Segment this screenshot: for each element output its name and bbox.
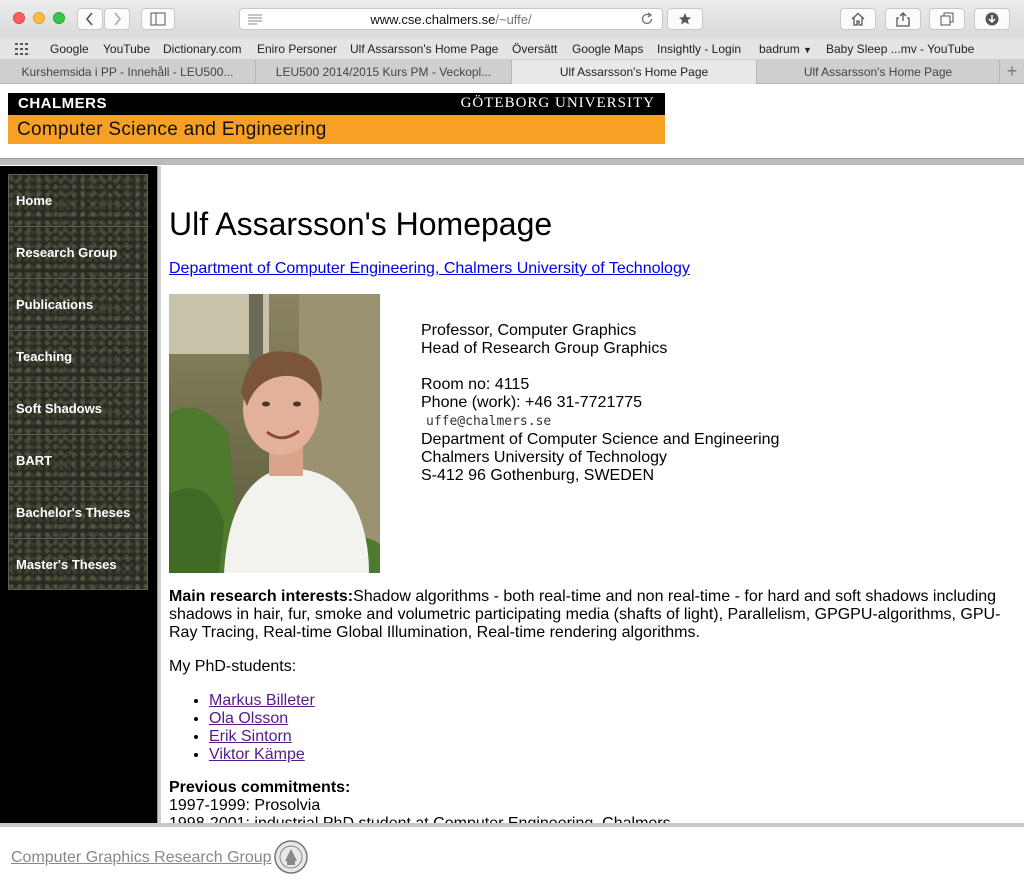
logo-bottom-strip: Computer Science and Engineering [8,115,665,144]
chevron-right-icon [114,12,122,26]
bookmark-google-maps[interactable]: Google Maps [572,42,643,56]
phd-students-heading: My PhD-students: [169,658,297,675]
list-item: Ola Olsson [209,710,315,728]
download-icon [985,12,999,26]
nav-teaching[interactable]: Teaching [8,330,148,382]
room-number: Room no: 4115 [421,376,530,393]
chalmers-seal-icon[interactable] [274,840,308,874]
nav-soft-shadows[interactable]: Soft Shadows [8,382,148,434]
footer-frame: Computer Graphics Research Group [0,823,1024,893]
role-line-2: Head of Research Group Graphics [421,340,668,357]
window-titlebar: www.cse.chalmers.se/~uffe/ [0,0,1024,38]
previous-commitment-2: 1998-2001: industrial PhD student at Com… [169,815,671,823]
close-window-button[interactable] [13,12,25,24]
url-text: www.cse.chalmers.se/~uffe/ [240,12,662,27]
tab-leu500[interactable]: LEU500 2014/2015 Kurs PM - Veckopl... [256,60,512,84]
sidebar-nav: Home Research Group Publications Teachin… [8,174,148,590]
address-line-2: Chalmers University of Technology [421,449,668,466]
bookmarks-bar: Google YouTube Dictionary.com Eniro Pers… [0,38,1024,60]
chevron-down-icon: ▼ [803,45,812,55]
nav-research-group[interactable]: Research Group [8,226,148,278]
page-title: Ulf Assarsson's Homepage [169,206,553,242]
url-host: www.cse.chalmers.se [370,12,496,27]
address-line-3: S-412 96 Gothenburg, SWEDEN [421,467,655,484]
new-tab-button[interactable]: + [1000,60,1024,84]
portrait-photo [169,294,380,573]
address-line-1: Department of Computer Science and Engin… [421,431,780,448]
tab-kurshemsida[interactable]: Kurshemsida i PP - Innehåll - LEU500... [0,60,256,84]
share-button[interactable] [885,8,921,30]
gu-wordmark: GÖTEBORG UNIVERSITY [460,95,655,111]
phone-number: Phone (work): +46 31-7721775 [421,394,643,411]
tab-ulf-home-active[interactable]: Ulf Assarsson's Home Page [512,60,757,84]
bookmark-oversatt[interactable]: Översätt [512,42,557,56]
tabs-icon [940,12,954,26]
chalmers-wordmark: CHALMERS [18,95,107,112]
dept-link[interactable]: Department of Computer Engineering, Chal… [169,260,690,278]
tab-ulf-home-2[interactable]: Ulf Assarsson's Home Page [757,60,1000,84]
list-item: Markus Billeter [209,692,315,710]
chevron-left-icon [85,12,93,26]
main-content[interactable]: Ulf Assarsson's Homepage Department of C… [161,166,1024,823]
list-item: Erik Sintorn [209,728,315,746]
tab-bar: Kurshemsida i PP - Innehåll - LEU500... … [0,60,1024,84]
sidebar-icon [150,12,166,26]
nav-publications[interactable]: Publications [8,278,148,330]
nav-home[interactable]: Home [8,174,148,226]
bookmark-google[interactable]: Google [50,42,89,56]
minimize-window-button[interactable] [33,12,45,24]
home-icon [851,12,865,26]
bookmark-star-button[interactable] [667,8,703,30]
previous-commitments-heading: Previous commitments: [169,779,351,796]
bookmark-eniro[interactable]: Eniro Personer [257,42,337,56]
bookmark-badrum[interactable]: badrum ▼ [759,42,812,56]
research-interests: Main research interests:Shadow algorithm… [169,588,1009,642]
phd-link-markus-billeter[interactable]: Markus Billeter [209,692,315,709]
reload-icon[interactable] [640,12,654,26]
zoom-window-button[interactable] [53,12,65,24]
phd-students-list: Markus Billeter Ola Olsson Erik Sintorn … [209,692,315,764]
chalmers-logo-banner[interactable]: CHALMERS GÖTEBORG UNIVERSITY Computer Sc… [8,93,665,144]
nav-bachelors-theses[interactable]: Bachelor's Theses [8,486,148,538]
header-divider [0,158,1024,166]
nav-masters-theses[interactable]: Master's Theses [8,538,148,590]
bookmark-dictionary[interactable]: Dictionary.com [163,42,241,56]
bookmark-insightly[interactable]: Insightly - Login [657,42,741,56]
phd-link-erik-sintorn[interactable]: Erik Sintorn [209,728,292,745]
contact-block: Professor, Computer Graphics Head of Res… [421,322,779,485]
list-item: Viktor Kämpe [209,746,315,764]
downloads-button[interactable] [974,8,1010,30]
nav-bart[interactable]: BART [8,434,148,486]
address-bar[interactable]: www.cse.chalmers.se/~uffe/ [239,8,663,30]
research-interests-label: Main research interests: [169,588,354,605]
footer-research-group-link[interactable]: Computer Graphics Research Group [11,849,272,867]
previous-commitment-1: 1997-1999: Prosolvia [169,797,321,814]
role-line-1: Professor, Computer Graphics [421,322,637,339]
phd-link-viktor-kampe[interactable]: Viktor Kämpe [209,746,305,763]
star-icon [679,13,691,25]
bookmark-baby-sleep[interactable]: Baby Sleep ...mv - YouTube [826,42,974,56]
url-path: /~uffe/ [495,12,532,27]
forward-button[interactable] [104,8,130,30]
tabs-overview-button[interactable] [929,8,965,30]
bookmark-badrum-label: badrum [759,42,800,56]
share-icon [896,12,910,27]
bookmark-youtube[interactable]: YouTube [103,42,150,56]
back-button[interactable] [77,8,103,30]
phd-link-ola-olsson[interactable]: Ola Olsson [209,710,288,727]
grid-icon[interactable] [15,43,29,55]
home-button[interactable] [840,8,876,30]
logo-top-strip: CHALMERS GÖTEBORG UNIVERSITY [8,93,665,115]
dept-banner-text: Computer Science and Engineering [17,119,327,140]
sidebar-toggle-button[interactable] [141,8,175,30]
email-image-text: uffe@chalmers.se [426,414,552,429]
bookmark-ulf-home[interactable]: Ulf Assarsson's Home Page [350,42,498,56]
